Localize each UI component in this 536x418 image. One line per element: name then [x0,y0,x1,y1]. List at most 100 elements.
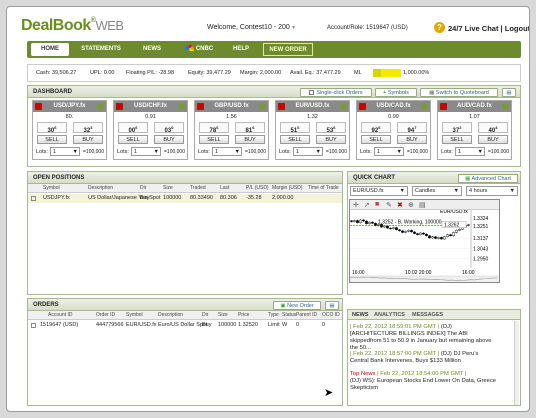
ask-price[interactable]: 030 [154,122,184,134]
tab-news[interactable]: NEWS [137,43,167,56]
print-button[interactable]: ▤ [502,88,516,97]
save-icon[interactable]: ▤ [419,201,426,209]
close-icon[interactable] [35,103,42,110]
ask-price[interactable]: 816 [235,122,265,134]
column-header[interactable]: Traded [190,185,206,191]
column-header[interactable]: Symbol [126,312,143,318]
bid-price[interactable]: 926 [361,122,391,134]
lots-select[interactable]: 1 ▼ [374,147,404,156]
close-icon[interactable] [116,103,123,110]
buy-button[interactable]: BUY [316,135,346,144]
advanced-chart-button[interactable]: ▦ Advanced Chart [458,174,518,183]
column-header[interactable]: OCO ID [322,312,340,318]
bid-price[interactable]: 306 [37,122,67,134]
lots-select[interactable]: 1 ▼ [455,147,485,156]
tab-messages[interactable]: MESSAGES [412,312,443,318]
news-scrollbar[interactable] [514,321,519,405]
candlestick-chart[interactable]: ✛ ➚ ■ ✎ ✖ ⊕ ▤ 1.3262 EUR/USD.fx 1.3252 - B… [349,199,500,283]
chart-period-select[interactable]: 4 hours ▼ [466,186,518,196]
orders-print-button[interactable]: ▤ [325,301,339,310]
row-checkbox[interactable] [31,323,36,328]
bid-price[interactable]: 516 [280,122,310,134]
buy-button[interactable]: BUY [154,135,184,144]
tab-news-feed[interactable]: NEWS [352,312,369,318]
tab-statements[interactable]: STATEMENTS [77,43,125,56]
tab-help[interactable]: HELP [227,43,255,56]
chart-type-select[interactable]: Candles ▼ [412,186,462,196]
tab-cnbc[interactable]: CNBC [179,43,219,56]
new-order-button[interactable]: ▣ New Order [273,301,321,310]
column-header[interactable]: Time of Trade [308,185,339,191]
lots-select[interactable]: 1 ▼ [293,147,323,156]
column-header[interactable]: Description [158,312,183,318]
news-item[interactable]: | Feb 22, 2012 18:59:01 PM GMT | (DJ) [AR… [350,324,500,352]
buy-button[interactable]: BUY [397,135,427,144]
zoom-icon[interactable]: ⊕ [408,201,414,209]
buy-button[interactable]: BUY [73,135,103,144]
chart-symbol-select[interactable]: EUR/USD.fx ▼ [350,186,408,196]
column-header[interactable]: Description [88,185,113,191]
lots-select[interactable]: 1 ▼ [50,147,80,156]
ask-price[interactable]: 536 [316,122,346,134]
close-icon[interactable] [197,103,204,110]
column-header[interactable]: Parent ID [296,312,317,318]
switch-quoteboard-button[interactable]: ▦ Switch to Quoteboard [420,88,498,97]
column-header[interactable]: Dir [140,185,146,191]
single-click-orders-button[interactable]: Single-click Orders [300,88,372,97]
column-header[interactable]: Order ID [96,312,115,318]
lots-select[interactable]: 1 ▼ [131,147,161,156]
column-header[interactable]: Size [218,312,228,318]
row-checkbox[interactable] [31,196,36,201]
bid-price[interactable]: 372 [442,122,472,134]
help-icon[interactable]: ? [434,22,445,33]
lots-select[interactable]: 1 ▼ [212,147,242,156]
column-header[interactable]: Last [220,185,229,191]
sell-button[interactable]: SELL [37,135,67,144]
table-row[interactable]: USDJPY.fx US Dollar/Japanese Yen Spot Buy 1… [28,194,342,203]
table-row[interactable]: 1519647 (USD) 444779566 EUR/USD.fx Euro/US … [28,321,342,330]
tab-analytics[interactable]: ANALYTICS [374,312,405,318]
info-icon[interactable] [97,103,104,110]
info-icon[interactable] [421,103,428,110]
info-icon[interactable] [340,103,347,110]
sell-button[interactable]: SELL [361,135,391,144]
close-icon[interactable] [278,103,285,110]
sell-button[interactable]: SELL [199,135,229,144]
tab-new-order[interactable]: NEW ORDER [263,43,313,56]
info-icon[interactable] [259,103,266,110]
tab-home[interactable]: HOME [31,43,69,56]
order-icon[interactable]: ■ [375,201,379,208]
pencil-icon[interactable]: ✎ [386,201,392,209]
symbols-button[interactable]: + Symbols [375,88,417,97]
account-role[interactable]: Account/Role: 1519647 (USD) [327,25,408,31]
ask-price[interactable]: 404 [478,122,508,134]
close-icon[interactable] [359,103,366,110]
buy-button[interactable]: BUY [235,135,265,144]
column-header[interactable]: Symbol [43,185,60,191]
live-chat-link[interactable]: 24/7 Live Chat [448,24,498,33]
bid-price[interactable]: 786 [199,122,229,134]
column-header[interactable]: P/L (USD) [246,185,269,191]
sell-button[interactable]: SELL [280,135,310,144]
column-header[interactable]: Type [268,312,279,318]
crosshair-icon[interactable]: ✛ [353,201,359,209]
news-item[interactable]: | Feb 22, 2012 18:57:00 PM GMT | (DJ) DJ… [350,351,500,365]
column-header[interactable]: Dir [202,312,208,318]
info-icon[interactable] [178,103,185,110]
bid-price[interactable]: 006 [118,122,148,134]
ask-price[interactable]: 323 [73,122,103,134]
cursor-icon[interactable]: ➚ [364,201,370,209]
info-icon[interactable] [502,103,509,110]
close-icon[interactable] [440,103,447,110]
buy-button[interactable]: BUY [478,135,508,144]
news-item[interactable]: Top News | Feb 22, 2012 18:54:00 PM GMT … [350,371,500,392]
column-header[interactable]: Status [282,312,296,318]
column-header[interactable]: Price [238,312,249,318]
column-header[interactable]: Account ID [48,312,72,318]
close-icon[interactable]: ✖ [397,201,403,209]
column-header[interactable]: Margin (USD) [272,185,303,191]
ask-price[interactable]: 947 [397,122,427,134]
sell-button[interactable]: SELL [442,135,472,144]
logout-link[interactable]: Logout [505,24,529,33]
column-header[interactable]: Size [163,185,173,191]
